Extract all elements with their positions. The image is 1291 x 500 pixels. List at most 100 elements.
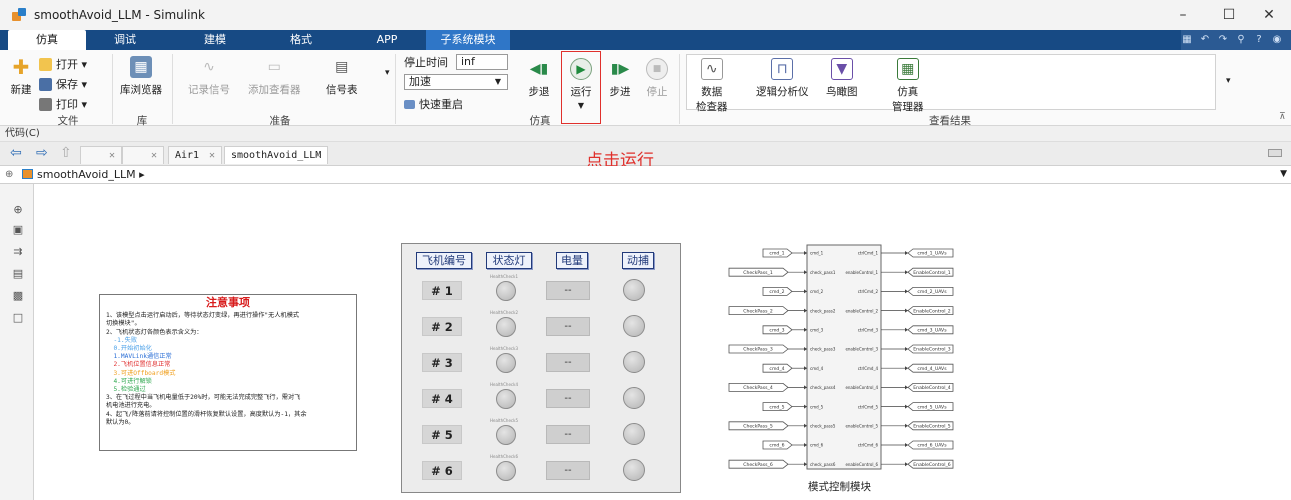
image-icon[interactable]: ▩	[12, 290, 24, 302]
print-button[interactable]: 打印 ▾	[39, 96, 87, 112]
goto-tag-label: cmd_1	[769, 251, 784, 257]
close-tab-icon[interactable]: ✕	[315, 147, 321, 165]
help-icon[interactable]: ?	[1253, 34, 1265, 46]
status-panel: 飞机编号 状态灯 电量 动捕 # 1 HealthCheck1 -- # 2 H…	[401, 243, 681, 493]
output-port-label: ctrlCmd_5	[858, 404, 879, 409]
expand-gallery-icon[interactable]: ▾	[1226, 76, 1231, 86]
step-forward-icon: ▮▶	[610, 61, 630, 77]
close-tab-icon[interactable]: ✕	[109, 147, 115, 165]
chevron-down-icon[interactable]: ▼	[1280, 166, 1287, 183]
mocap-lamp	[623, 351, 645, 373]
save-icon[interactable]: ▦	[1181, 34, 1193, 46]
zoom-icon[interactable]: ⊕	[12, 204, 24, 216]
stop-time-field[interactable]: inf	[456, 54, 508, 70]
collapse-ribbon-icon[interactable]: ⊼	[1279, 112, 1286, 122]
code-bar[interactable]: 代码(C)	[0, 126, 1291, 142]
close-button[interactable]: ✕	[1246, 0, 1291, 30]
battery-display: --	[546, 389, 590, 408]
add-viewer-button[interactable]: ▭ 添加查看器	[248, 56, 301, 97]
run-highlight-box	[561, 51, 601, 124]
note-line: -1.失败	[106, 336, 138, 344]
print-label: 打印	[56, 98, 78, 111]
notes-annotation[interactable]: 注意事项 1、该模型点击运行启动后，等待状态灯变绿，再进行操作"无人机模式 切换模…	[99, 294, 357, 451]
table-icon: ▤	[335, 59, 349, 75]
expand-gallery-icon[interactable]: ▾	[385, 68, 390, 78]
simulation-mode-select[interactable]: 加速 ▼	[404, 74, 508, 90]
collapse-icon[interactable]: ◉	[1271, 34, 1283, 46]
fast-restart-label: 快速重启	[419, 98, 463, 111]
hide-browser-icon[interactable]: ⊕	[5, 166, 13, 183]
tab-modeling[interactable]: 建模	[190, 30, 240, 50]
library-browser-button[interactable]: ▦ 库浏览器	[120, 56, 162, 97]
signal-table-button[interactable]: ▤ 信号表	[326, 56, 358, 97]
status-lamp	[496, 281, 516, 301]
address-bar: ⊕ smoothAvoid_LLM ▸ ▼	[0, 166, 1291, 184]
close-tab-icon[interactable]: ✕	[209, 147, 215, 165]
input-port-label: cmd_3	[810, 328, 824, 333]
model-tab-empty[interactable]: ✕	[122, 146, 164, 164]
aircraft-number: # 5	[422, 425, 462, 444]
open-button[interactable]: 打开 ▾	[39, 56, 87, 72]
step-back-button[interactable]: ◀▮ 步退	[528, 58, 550, 99]
tab-debug[interactable]: 调试	[100, 30, 150, 50]
note-line: 0.开始初始化	[106, 345, 152, 353]
aircraft-number: # 6	[422, 461, 462, 480]
back-arrow-icon[interactable]: ⇦	[10, 145, 22, 161]
from-tag-label: cmd_1_UAVs	[917, 251, 947, 257]
status-lamp	[496, 389, 516, 409]
output-port-label: enableControl_1	[845, 270, 878, 275]
status-lamp	[496, 317, 516, 337]
fast-restart-toggle[interactable]: 快速重启	[404, 96, 463, 112]
goto-tag-label: CheckPass_4	[743, 385, 773, 391]
simulation-manager-label: 仿真 管理器	[892, 86, 924, 113]
minimize-button[interactable]: –	[1160, 0, 1206, 30]
tab-simulation[interactable]: 仿真	[8, 30, 86, 50]
model-tab-air1[interactable]: Air1 ✕	[168, 146, 222, 164]
divider	[172, 54, 173, 124]
redo-icon[interactable]: ↷	[1217, 34, 1229, 46]
undo-icon[interactable]: ↶	[1199, 34, 1211, 46]
mode-value: 加速	[409, 75, 431, 88]
new-button[interactable]: ✚ 新建	[10, 55, 32, 97]
input-port-label: check_pass5	[810, 424, 836, 429]
output-port-label: ctrlCmd_1	[858, 251, 879, 256]
goto-tag-label: cmd_4	[769, 366, 784, 372]
note-line: 1、该模型点击运行启动后，等待状态灯变绿，再进行操作"无人机模式	[106, 312, 300, 320]
data-inspector-button[interactable]: ∿ 数据 检查器	[696, 58, 728, 114]
tab-format[interactable]: 格式	[276, 30, 326, 50]
model-tab-empty[interactable]: ✕	[80, 146, 122, 164]
close-tab-icon[interactable]: ✕	[151, 147, 157, 165]
input-port-label: cmd_2	[810, 289, 824, 294]
model-tab-smoothavoid[interactable]: smoothAvoid_LLM ✕	[224, 146, 328, 164]
tab-apps[interactable]: APP	[362, 30, 412, 50]
stop-button[interactable]: ■ 停止	[646, 58, 668, 99]
simulation-manager-button[interactable]: ▦ 仿真 管理器	[892, 58, 924, 114]
area-icon[interactable]: □	[12, 312, 24, 324]
from-tag-label: EnableControl_3	[913, 347, 951, 353]
search-icon[interactable]: ⚲	[1235, 34, 1247, 46]
fit-view-icon[interactable]: ▣	[12, 224, 24, 236]
divider	[395, 54, 396, 124]
aircraft-number: # 3	[422, 353, 462, 372]
arrow-right-icon[interactable]: ⇉	[12, 246, 24, 258]
quick-access-toolbar: ▦ ↶ ↷ ⚲ ? ◉	[1181, 30, 1291, 50]
text-annotation-icon[interactable]: ▤	[12, 268, 24, 280]
up-arrow-icon[interactable]: ⇧	[60, 145, 72, 161]
tab-subsystem-block[interactable]: 子系统模块	[426, 30, 510, 50]
disk-icon	[39, 77, 52, 91]
save-button[interactable]: 保存 ▾	[39, 76, 87, 92]
step-forward-button[interactable]: ▮▶ 步进	[609, 58, 631, 99]
fast-restart-icon	[404, 99, 415, 109]
breadcrumb[interactable]: smoothAvoid_LLM ▸	[37, 166, 145, 183]
logic-analyzer-button[interactable]: ⊓ 逻辑分析仪	[756, 58, 809, 99]
mode-control-diagram[interactable]: cmd_1 cmd_1CheckPass_1 check_pass1cmd_2 cmd…	[725, 243, 965, 473]
log-signals-label: 记录信号	[188, 84, 230, 96]
log-signals-button[interactable]: ∿ 记录信号	[188, 56, 230, 97]
birds-eye-button[interactable]: ▼ 鸟瞰图	[826, 58, 858, 99]
forward-arrow-icon[interactable]: ⇨	[36, 145, 48, 161]
hide-tabs-icon[interactable]	[1268, 149, 1282, 157]
window-title: smoothAvoid_LLM - Simulink	[34, 8, 205, 22]
note-line: 机电池进行充电。	[106, 402, 156, 410]
goto-tag-label: cmd_2	[769, 289, 784, 295]
plus-icon: ✚	[12, 55, 30, 79]
